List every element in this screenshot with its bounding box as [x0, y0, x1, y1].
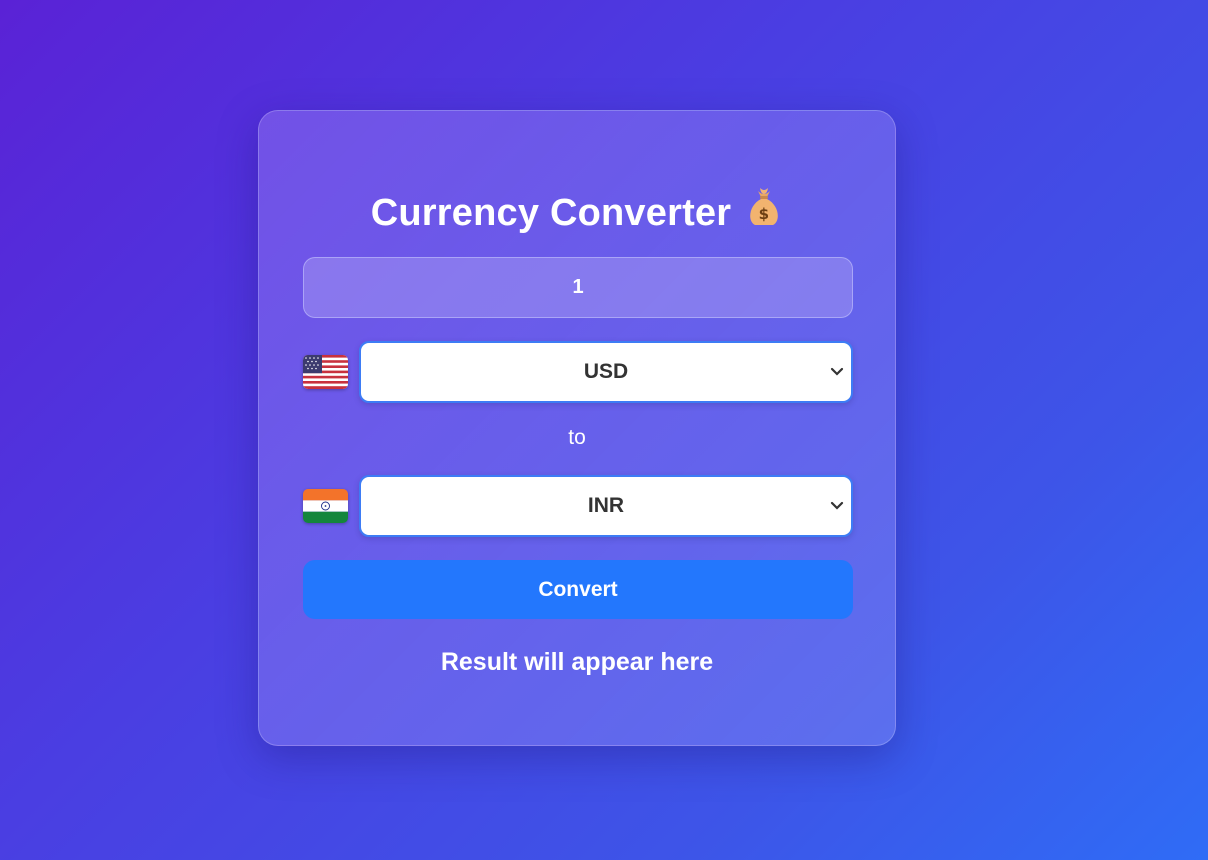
amount-input[interactable]: [303, 257, 853, 318]
india-flag-icon: [303, 489, 348, 523]
from-currency-value: USD: [583, 360, 629, 383]
title-text: Currency Converter: [370, 192, 732, 235]
to-currency-row: INR: [303, 475, 853, 537]
convert-button[interactable]: Convert: [303, 560, 853, 619]
chevron-down-icon: [829, 498, 845, 514]
us-flag-icon: [303, 355, 348, 389]
from-currency-row: USD: [303, 341, 853, 403]
chevron-down-icon: [829, 364, 845, 380]
to-currency-value: INR: [587, 494, 625, 517]
to-label: to: [568, 426, 586, 449]
converter-card: Currency Converter $ 1 USD to INR Conver…: [258, 110, 896, 746]
from-currency-select[interactable]: USD: [359, 341, 853, 403]
svg-text:$: $: [759, 205, 770, 223]
to-currency-select[interactable]: INR: [359, 475, 853, 537]
result-text: Result will appear here: [440, 648, 714, 676]
money-bag-icon: $: [745, 185, 783, 237]
page-title: Currency Converter $: [259, 188, 895, 241]
